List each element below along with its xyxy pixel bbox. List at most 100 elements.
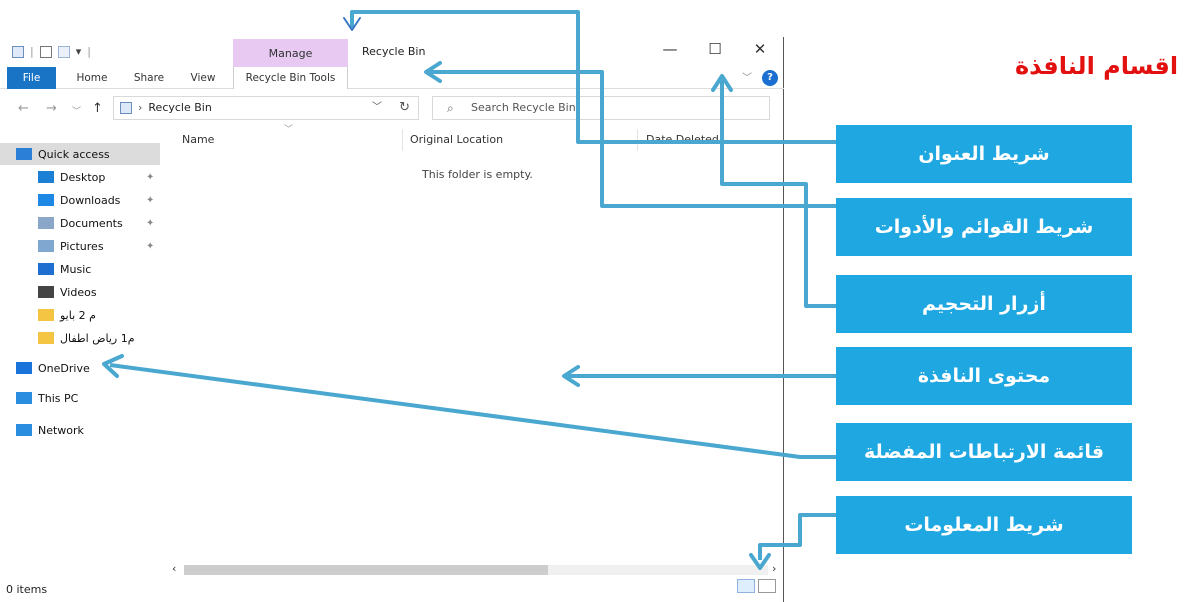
pin-icon[interactable]: ✦ [146, 172, 154, 183]
sidebar-item-label: Downloads [60, 193, 121, 207]
sidebar-item[interactable]: Pictures ✦ [0, 235, 160, 257]
search-icon: ⌕ [447, 101, 454, 115]
properties-icon[interactable] [12, 45, 24, 58]
sort-indicator-icon: ﹀ [284, 125, 294, 135]
column-divider-2[interactable] [637, 129, 638, 151]
recent-locations-icon[interactable]: ﹀ [72, 104, 81, 117]
sidebar-item[interactable]: This PC [0, 387, 160, 409]
sidebar-item[interactable]: Network [0, 419, 160, 441]
sidebar-item-label: Desktop [60, 170, 106, 184]
qat-dropdown-icon[interactable]: ▾ [76, 45, 82, 58]
folder-icon [38, 309, 54, 321]
quick-access-toolbar: | ▾ | [12, 45, 91, 58]
sidebar-item-label: م1 رياض اطفال [60, 331, 135, 345]
computer-icon [16, 392, 32, 404]
desktop-icon [38, 171, 54, 183]
star-icon [16, 148, 32, 160]
sidebar-item-label: Pictures [60, 239, 104, 253]
sidebar-item[interactable]: Downloads ✦ [0, 189, 160, 211]
large-icons-view-icon[interactable] [758, 579, 776, 593]
scroll-right-icon[interactable]: › [772, 562, 776, 575]
status-item-count: 0 items [6, 583, 48, 596]
window-title: Recycle Bin [362, 45, 426, 58]
empty-folder-message: This folder is empty. [422, 168, 533, 181]
network-icon [16, 424, 32, 436]
arrowhead-title-bar [343, 17, 361, 31]
title-bar: | ▾ | Manage Recycle Bin — ☐ ✕ [0, 37, 784, 67]
tab-recycle-bin-tools[interactable]: Recycle Bin Tools [233, 67, 348, 89]
label-window-content: محتوى النافذة [836, 347, 1132, 405]
new-folder-icon[interactable] [57, 45, 70, 58]
address-dropdown-icon[interactable]: ﹀ [372, 97, 382, 119]
search-input[interactable]: ⌕ Search Recycle Bin [432, 96, 770, 120]
folder-icon [38, 332, 54, 344]
pin-icon[interactable]: ✦ [146, 218, 154, 229]
sidebar-item[interactable]: م1 رياض اطفال [0, 327, 160, 349]
label-menu-toolbar: شريط القوائم والأدوات [836, 198, 1132, 256]
breadcrumb-chevron-icon: › [138, 101, 143, 114]
qat-separator-2: | [87, 45, 91, 58]
documents-icon [38, 217, 54, 229]
ribbon-tabs: File Home Share View Recycle Bin Tools ﹀… [0, 67, 784, 89]
label-info-bar: شريط المعلومات [836, 496, 1132, 554]
sidebar-item[interactable]: Quick access [0, 143, 160, 165]
forward-arrow-icon[interactable]: → [46, 101, 57, 116]
manage-tab[interactable]: Manage [233, 39, 348, 67]
back-arrow-icon[interactable]: ← [18, 101, 29, 116]
explorer-window: | ▾ | Manage Recycle Bin — ☐ ✕ File Home… [0, 37, 784, 602]
label-title-bar: شريط العنوان [836, 125, 1132, 183]
sidebar-item[interactable]: Videos [0, 281, 160, 303]
sidebar-item[interactable]: Desktop ✦ [0, 166, 160, 188]
page-heading: اقسام النافذة [1015, 52, 1179, 80]
sidebar-item[interactable]: م 2 بايو [0, 304, 160, 326]
sidebar-item[interactable]: OneDrive [0, 357, 160, 379]
sidebar-item-label: OneDrive [38, 361, 90, 375]
sidebar-item-label: م 2 بايو [60, 308, 96, 322]
details-view-icon[interactable] [737, 579, 755, 593]
cloud-icon [16, 362, 32, 374]
qat-separator: | [30, 45, 34, 58]
download-icon [38, 194, 54, 206]
sidebar-item-label: Videos [60, 285, 97, 299]
label-favorites: قائمة الارتباطات المفضلة [836, 423, 1132, 481]
view-buttons [737, 579, 776, 593]
checkmark-icon[interactable] [39, 45, 52, 58]
tab-file[interactable]: File [7, 67, 56, 89]
sidebar-item-label: This PC [38, 391, 79, 405]
sidebar-item-label: Quick access [38, 147, 110, 161]
scroll-left-icon[interactable]: ‹ [172, 562, 176, 575]
videos-icon [38, 286, 54, 298]
pin-icon[interactable]: ✦ [146, 241, 154, 252]
up-arrow-icon[interactable]: ↑ [92, 101, 103, 116]
sidebar-item-label: Music [60, 262, 92, 276]
sidebar-item-label: Network [38, 423, 84, 437]
screenshot-root: | ▾ | Manage Recycle Bin — ☐ ✕ File Home… [0, 0, 1192, 602]
column-original-location[interactable]: Original Location [410, 133, 503, 146]
column-divider[interactable] [402, 129, 403, 151]
tab-home[interactable]: Home [68, 67, 116, 89]
navigation-pane: Quick access Desktop ✦ Downloads ✦ Documents ✦… [0, 143, 165, 573]
close-button[interactable]: ✕ [745, 40, 775, 58]
tab-share[interactable]: Share [124, 67, 174, 89]
column-date-deleted[interactable]: Date Deleted [646, 133, 719, 146]
music-icon [38, 263, 54, 275]
label-resize-buttons: أزرار التحجيم [836, 275, 1132, 333]
tab-view[interactable]: View [180, 67, 226, 89]
navigation-bar: ← → ﹀ ↑ › Recycle Bin ﹀ ↻ ⌕ Search Recyc… [0, 93, 784, 125]
column-name[interactable]: Name [182, 133, 214, 146]
ribbon-expand-icon[interactable]: ﹀ [742, 69, 752, 84]
pictures-icon [38, 240, 54, 252]
sidebar-item-label: Documents [60, 216, 123, 230]
sidebar-item[interactable]: Music [0, 258, 160, 280]
recycle-bin-icon [120, 102, 132, 114]
refresh-icon[interactable]: ↻ [399, 97, 410, 119]
scrollbar-thumb[interactable] [184, 565, 548, 575]
help-icon[interactable]: ? [762, 70, 778, 86]
pin-icon[interactable]: ✦ [146, 195, 154, 206]
maximize-button[interactable]: ☐ [700, 40, 730, 58]
address-bar[interactable]: › Recycle Bin ﹀ ↻ [113, 96, 419, 120]
sidebar-item[interactable]: Documents ✦ [0, 212, 160, 234]
horizontal-scrollbar[interactable]: ‹ › [170, 562, 782, 577]
address-path[interactable]: Recycle Bin [148, 97, 211, 119]
minimize-button[interactable]: — [655, 40, 685, 58]
